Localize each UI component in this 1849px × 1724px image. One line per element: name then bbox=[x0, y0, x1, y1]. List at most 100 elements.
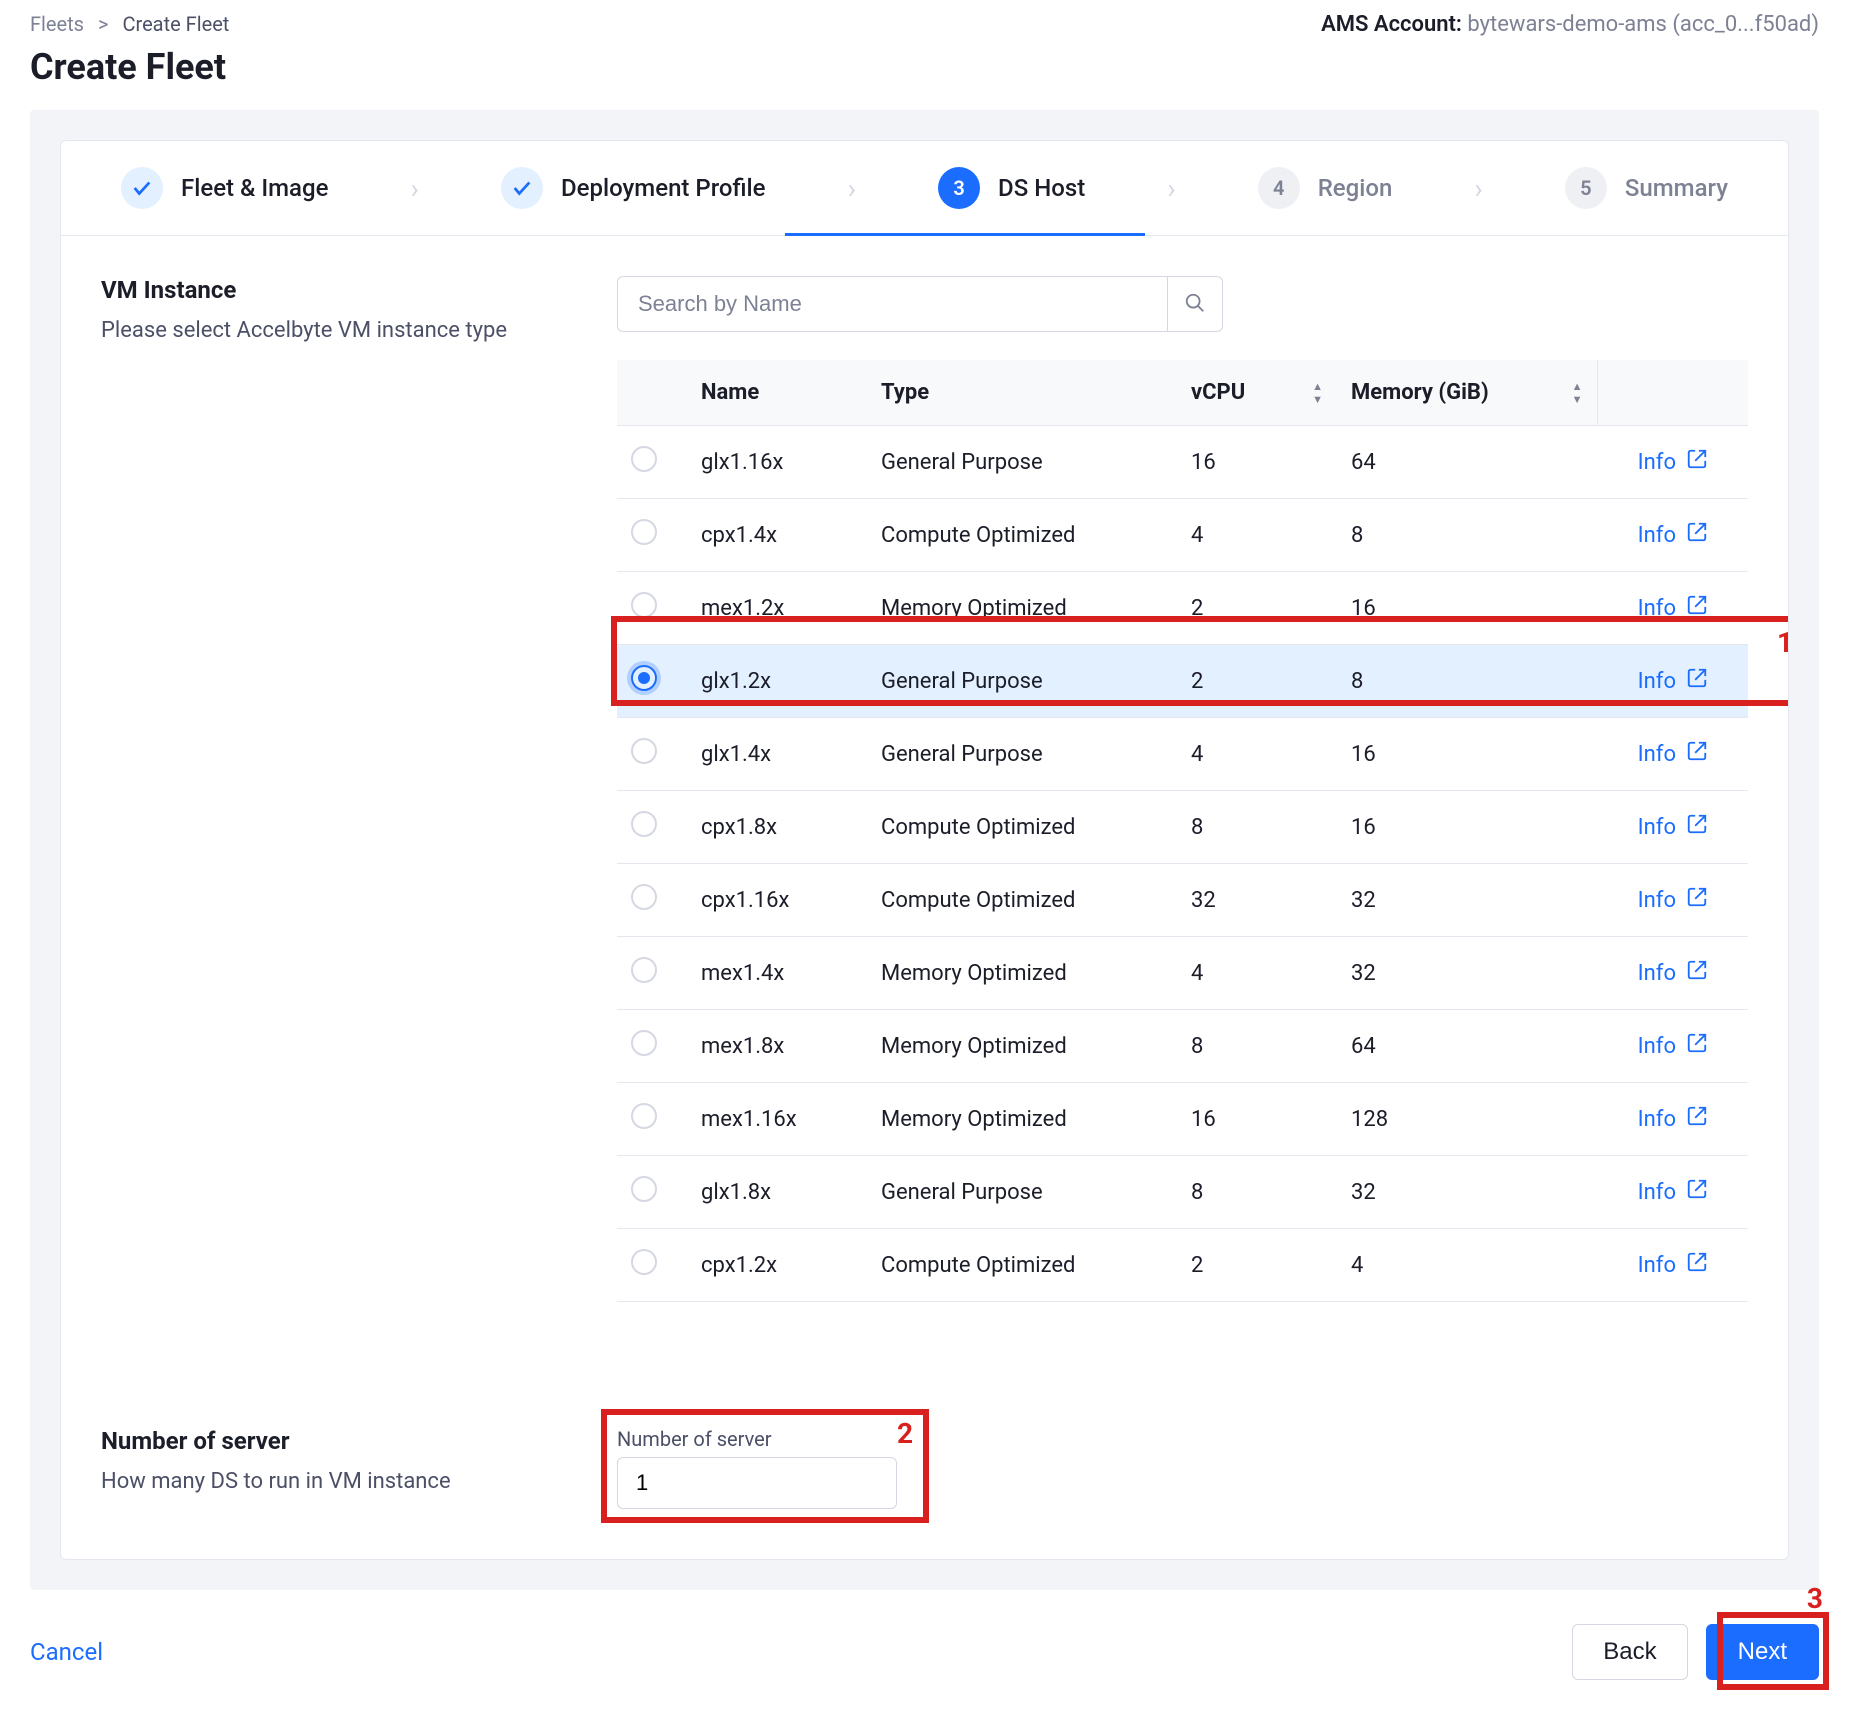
table-row[interactable]: glx1.2xGeneral Purpose28Info bbox=[617, 645, 1748, 718]
vm-name: glx1.2x bbox=[687, 645, 867, 718]
chevron-right-icon: › bbox=[411, 172, 419, 205]
vm-radio[interactable] bbox=[631, 1249, 657, 1275]
table-row[interactable]: glx1.4xGeneral Purpose416Info bbox=[617, 718, 1748, 791]
vm-name: glx1.4x bbox=[687, 718, 867, 791]
vm-radio[interactable] bbox=[631, 884, 657, 910]
info-label: Info bbox=[1638, 450, 1676, 475]
vm-type: Memory Optimized bbox=[867, 572, 1177, 645]
vm-info-link[interactable]: Info bbox=[1638, 1105, 1708, 1133]
chevron-right-icon: › bbox=[1167, 172, 1175, 205]
external-link-icon bbox=[1686, 1032, 1708, 1060]
next-button[interactable]: Next bbox=[1706, 1624, 1819, 1680]
vm-info-link[interactable]: Info bbox=[1638, 1251, 1708, 1279]
vm-vcpu: 16 bbox=[1177, 1083, 1337, 1156]
table-row[interactable]: cpx1.4xCompute Optimized48Info bbox=[617, 499, 1748, 572]
table-row[interactable]: cpx1.16xCompute Optimized3232Info bbox=[617, 864, 1748, 937]
vm-name: mex1.8x bbox=[687, 1010, 867, 1083]
wizard-stepper: Fleet & Image › Deployment Profile › 3 D… bbox=[61, 141, 1788, 236]
col-memory[interactable]: Memory (GiB) ▲▼ bbox=[1337, 360, 1597, 426]
vm-memory: 8 bbox=[1337, 645, 1597, 718]
vm-radio[interactable] bbox=[631, 738, 657, 764]
external-link-icon bbox=[1686, 1178, 1708, 1206]
info-label: Info bbox=[1638, 669, 1676, 694]
back-button[interactable]: Back bbox=[1572, 1624, 1687, 1680]
vm-vcpu: 4 bbox=[1177, 718, 1337, 791]
step-label: Summary bbox=[1625, 174, 1728, 202]
vm-info-link[interactable]: Info bbox=[1638, 886, 1708, 914]
vm-info-link[interactable]: Info bbox=[1638, 1178, 1708, 1206]
vm-memory: 4 bbox=[1337, 1229, 1597, 1302]
vm-memory: 16 bbox=[1337, 791, 1597, 864]
vm-memory: 64 bbox=[1337, 1010, 1597, 1083]
vm-name: glx1.8x bbox=[687, 1156, 867, 1229]
vm-type: General Purpose bbox=[867, 1156, 1177, 1229]
table-row[interactable]: mex1.4xMemory Optimized432Info bbox=[617, 937, 1748, 1010]
vm-memory: 32 bbox=[1337, 864, 1597, 937]
step-label: Region bbox=[1318, 174, 1393, 202]
step-number: 3 bbox=[938, 167, 980, 209]
col-vcpu[interactable]: vCPU ▲▼ bbox=[1177, 360, 1337, 426]
vm-radio[interactable] bbox=[631, 811, 657, 837]
chevron-right-icon: › bbox=[848, 172, 856, 205]
cancel-button[interactable]: Cancel bbox=[30, 1638, 103, 1666]
vm-radio[interactable] bbox=[631, 1103, 657, 1129]
vm-memory: 16 bbox=[1337, 718, 1597, 791]
step-ds-host[interactable]: 3 DS Host bbox=[938, 167, 1085, 209]
table-row[interactable]: cpx1.8xCompute Optimized816Info bbox=[617, 791, 1748, 864]
check-icon bbox=[121, 167, 163, 209]
vm-radio[interactable] bbox=[631, 519, 657, 545]
vm-name: mex1.4x bbox=[687, 937, 867, 1010]
vm-radio[interactable] bbox=[631, 592, 657, 618]
col-name: Name bbox=[687, 360, 867, 426]
vm-type: Compute Optimized bbox=[867, 1229, 1177, 1302]
vm-info-link[interactable]: Info bbox=[1638, 448, 1708, 476]
external-link-icon bbox=[1686, 1251, 1708, 1279]
external-link-icon bbox=[1686, 1105, 1708, 1133]
ns-field-label: Number of server bbox=[617, 1427, 1748, 1451]
table-row[interactable]: glx1.8xGeneral Purpose832 Info bbox=[617, 1156, 1748, 1229]
step-region[interactable]: 4 Region bbox=[1258, 167, 1393, 209]
vm-info-link[interactable]: Info bbox=[1638, 667, 1708, 695]
vm-instance-table: Name Type vCPU ▲▼ Memory (GiB) ▲▼ bbox=[617, 360, 1748, 1302]
vm-memory: 64 bbox=[1337, 426, 1597, 499]
vm-radio[interactable] bbox=[631, 1030, 657, 1056]
info-label: Info bbox=[1638, 523, 1676, 548]
vm-vcpu: 8 bbox=[1177, 1156, 1337, 1229]
number-of-server-input[interactable] bbox=[617, 1457, 897, 1509]
vm-memory: 32 bbox=[1337, 1156, 1597, 1229]
sort-icon: ▲▼ bbox=[1572, 380, 1583, 406]
table-row[interactable]: mex1.8xMemory Optimized864Info bbox=[617, 1010, 1748, 1083]
table-row[interactable]: mex1.2xMemory Optimized216Info bbox=[617, 572, 1748, 645]
vm-name: cpx1.8x bbox=[687, 791, 867, 864]
vm-info-link[interactable]: Info bbox=[1638, 594, 1708, 622]
step-fleet-image[interactable]: Fleet & Image bbox=[121, 167, 328, 209]
vm-info-link[interactable]: Info bbox=[1638, 959, 1708, 987]
search-input[interactable] bbox=[617, 276, 1167, 332]
check-icon bbox=[501, 167, 543, 209]
vm-info-link[interactable]: Info bbox=[1638, 740, 1708, 768]
table-row[interactable]: cpx1.2xCompute Optimized24Info bbox=[617, 1229, 1748, 1302]
info-label: Info bbox=[1638, 815, 1676, 840]
vm-name: glx1.16x bbox=[687, 426, 867, 499]
step-summary[interactable]: 5 Summary bbox=[1565, 167, 1728, 209]
table-row[interactable]: glx1.16xGeneral Purpose1664Info bbox=[617, 426, 1748, 499]
vm-type: Compute Optimized bbox=[867, 864, 1177, 937]
breadcrumb-root[interactable]: Fleets bbox=[30, 12, 84, 36]
external-link-icon bbox=[1686, 813, 1708, 841]
step-deployment-profile[interactable]: Deployment Profile bbox=[501, 167, 766, 209]
vm-memory: 128 bbox=[1337, 1083, 1597, 1156]
vm-memory: 16 bbox=[1337, 572, 1597, 645]
vm-radio[interactable] bbox=[631, 1176, 657, 1202]
vm-info-link[interactable]: Info bbox=[1638, 521, 1708, 549]
table-row[interactable]: mex1.16xMemory Optimized16128Info bbox=[617, 1083, 1748, 1156]
vm-info-link[interactable]: Info bbox=[1638, 813, 1708, 841]
vm-info-link[interactable]: Info bbox=[1638, 1032, 1708, 1060]
vm-radio[interactable] bbox=[631, 957, 657, 983]
vm-search bbox=[617, 276, 1748, 332]
vm-radio[interactable] bbox=[631, 665, 657, 691]
vm-radio[interactable] bbox=[631, 446, 657, 472]
vm-type: Memory Optimized bbox=[867, 1010, 1177, 1083]
external-link-icon bbox=[1686, 594, 1708, 622]
search-button[interactable] bbox=[1167, 276, 1223, 332]
external-link-icon bbox=[1686, 740, 1708, 768]
